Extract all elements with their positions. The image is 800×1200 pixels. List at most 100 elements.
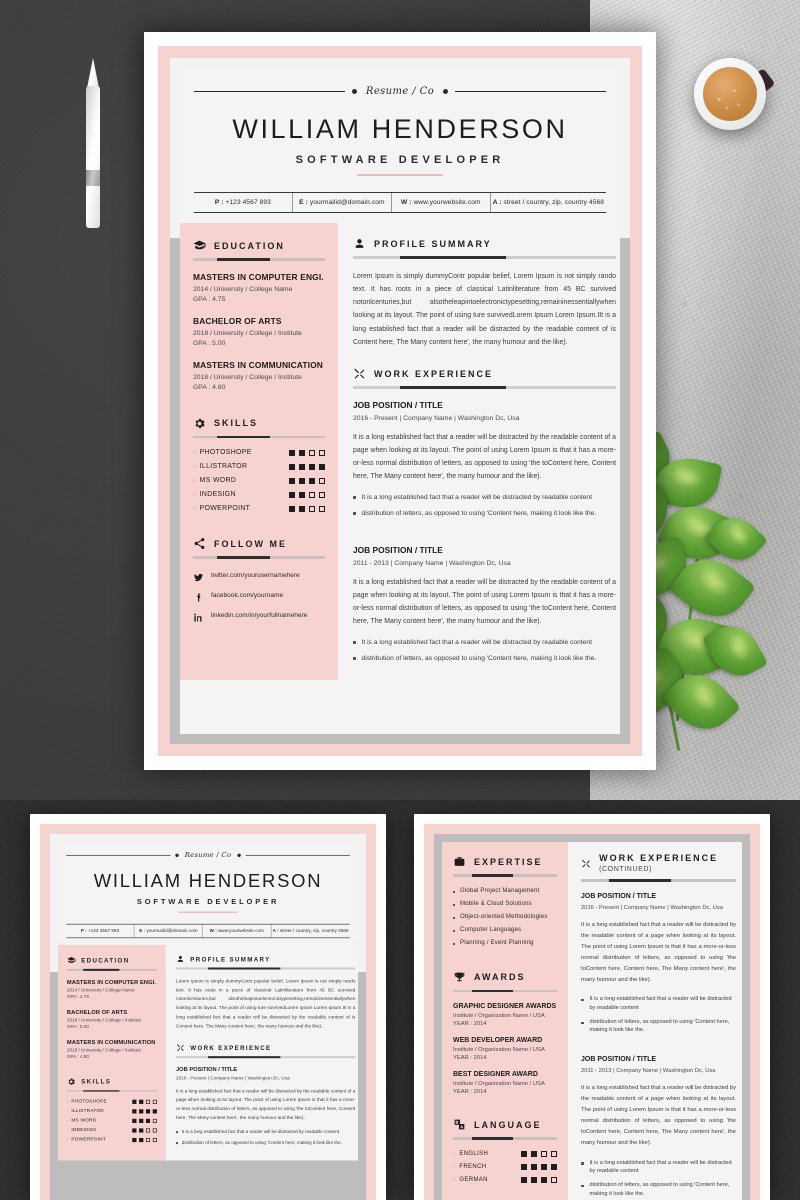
skill-row: · INDESIGN xyxy=(193,491,325,498)
resume-preview-page-1: Resume / Co WILLIAM HENDERSON SOFTWARE D… xyxy=(30,814,386,1200)
skill-row: · ILLISTRATOR xyxy=(193,463,325,470)
award-meta: Institute / Organization Name / USA xyxy=(453,1013,545,1019)
skills-section-header: SKILLS xyxy=(193,417,325,430)
contact-website: W : www.yourwebsite.com xyxy=(392,193,491,212)
language-rating xyxy=(521,1163,557,1170)
ribbon-dot-right xyxy=(443,89,449,94)
expertise-item: Mobile & Cloud Solutions xyxy=(453,901,557,907)
job-bullets: It is a long established fact that a rea… xyxy=(353,638,616,664)
ribbon-divider: Resume / Co xyxy=(194,86,606,97)
expertise-item: Object-oriented Methodologies xyxy=(453,914,557,920)
profile-section-header: PROFILE SUMMARY xyxy=(353,237,616,250)
graduation-cap-icon xyxy=(193,239,206,252)
tools-icon xyxy=(353,367,366,380)
resume-sidebar: EDUCATION MASTERS IN COMPUTER ENGI. 2014… xyxy=(180,223,338,680)
resume-columns: EDUCATION MASTERS IN COMPUTER ENGI. 2014… xyxy=(180,223,620,680)
award-name: BEST DESIGNER AWARD xyxy=(453,1071,538,1078)
candidate-job-title: SOFTWARE DEVELOPER xyxy=(295,154,505,166)
skill-name: · PHOTOSHOPE xyxy=(193,449,252,456)
skill-name: · MS WORD xyxy=(193,477,237,484)
contact-website-key: W : xyxy=(400,199,412,206)
award-year: YEAR : 2014 xyxy=(453,1055,487,1061)
expertise-item: Computer Languages xyxy=(453,927,557,933)
twitter-icon xyxy=(193,570,204,581)
language-section-title: LANGUAGE xyxy=(474,1119,542,1130)
page2-job-entry: JOB POSITION / TITLE 2011 - 2013 | Compa… xyxy=(581,1055,736,1197)
profile-rule xyxy=(353,256,616,259)
resume-preview-page-2: EXPERTISE Global Project Management Mobi… xyxy=(414,814,770,1200)
contact-phone-value: +123 4567 893 xyxy=(225,199,271,206)
skill-rating xyxy=(289,463,325,470)
job-bullet: distribution of letters, as opposed to u… xyxy=(353,509,616,519)
education-rule xyxy=(193,258,325,261)
ribbon-dot-left xyxy=(351,89,357,94)
education-item: MASTERS IN COMMUNICATION 2018 / Universi… xyxy=(193,360,325,391)
job-description: It is a long established fact that a rea… xyxy=(353,433,616,481)
title-accent-rule xyxy=(357,174,443,176)
social-handle: linkedin.com/in/yourfullnamehere xyxy=(211,611,308,619)
briefcase-icon xyxy=(453,855,466,868)
skill-name: · POWERPOINT xyxy=(193,505,251,512)
social-link-twitter[interactable]: twitter.com/yourusernamehere xyxy=(193,570,325,581)
gear-icon xyxy=(193,417,206,430)
facebook-icon xyxy=(193,590,204,602)
linkedin-icon xyxy=(193,610,204,622)
job-description: It is a long established fact that a rea… xyxy=(353,578,616,626)
tools-icon xyxy=(581,857,591,870)
preview-sidebar: EDUCATION MASTERS IN COMPUTER ENGI. 2014 … xyxy=(58,944,166,1161)
work-job-entry: JOB POSITION / TITLE 2011 - 2013 | Compa… xyxy=(353,545,616,664)
resume-main-column: PROFILE SUMMARY Lorem Ipsum is simply du… xyxy=(338,223,620,680)
award-item: GRAPHIC DESIGNER AWARDS Institute / Orga… xyxy=(453,1003,557,1027)
education-section-title: EDUCATION xyxy=(214,240,285,251)
ribbon-rule-right xyxy=(455,90,606,93)
person-icon xyxy=(353,237,366,250)
social-link-facebook[interactable]: facebook.com/yourname xyxy=(193,590,325,602)
award-year: YEAR : 2014 xyxy=(453,1089,487,1095)
education-meta: 2018 / University / College / Institute xyxy=(193,373,302,381)
award-name: GRAPHIC DESIGNER AWARDS xyxy=(453,1003,557,1010)
follow-section-title: FOLLOW ME xyxy=(214,538,287,549)
work-continued-title: WORK EXPERIENCE (CONTINUED) xyxy=(599,853,719,873)
contact-phone: P : +123 4567 893 xyxy=(194,193,293,212)
contact-email: E : yourmailid@domain.com xyxy=(293,193,392,212)
job-bullet: distribution of letters, as opposed to u… xyxy=(353,654,616,664)
follow-section-header: FOLLOW ME xyxy=(193,537,325,550)
skill-name: · INDESIGN xyxy=(193,491,236,498)
language-section-header: LANGUAGE xyxy=(453,1118,557,1131)
education-gpa: GPA : 4.75 xyxy=(193,295,226,303)
ribbon-script-text: Resume / Co xyxy=(365,86,435,97)
contact-address-value: street / country, zip, country 4568 xyxy=(503,199,605,206)
ribbon-rule-left xyxy=(194,90,345,93)
job-meta: 2016 - Present | Company Name | Washingt… xyxy=(353,414,520,422)
work-rule xyxy=(353,386,616,389)
contact-address-key: A : xyxy=(492,199,502,206)
skill-row: · POWERPOINT xyxy=(193,505,325,512)
resume-content-area: Resume / Co WILLIAM HENDERSON SOFTWARE D… xyxy=(180,68,620,734)
preview-main-column: PROFILE SUMMARY Lorem Ipsum is simply du… xyxy=(165,944,358,1161)
expertise-section-header: EXPERTISE xyxy=(453,855,557,868)
social-link-linkedin[interactable]: linkedin.com/in/yourfullnamehere xyxy=(193,610,325,622)
tools-icon xyxy=(176,1043,185,1052)
skills-rule xyxy=(193,435,325,438)
education-degree: BACHELOR OF ARTS xyxy=(193,315,282,326)
page2-job-entry: JOB POSITION / TITLE 2016 - Present | Co… xyxy=(581,892,736,1034)
skill-rating xyxy=(289,505,325,512)
job-position: JOB POSITION / TITLE xyxy=(353,399,443,410)
graduation-cap-icon xyxy=(67,956,76,965)
skill-rating xyxy=(289,449,325,456)
expertise-section-title: EXPERTISE xyxy=(474,856,543,867)
contact-email-key: E : xyxy=(299,199,308,206)
award-meta: Institute / Organization Name / USA xyxy=(453,1081,545,1087)
coffee-cup-prop xyxy=(694,58,776,130)
skill-rating xyxy=(289,491,325,498)
expertise-item: Global Project Management xyxy=(453,888,557,894)
language-row: · GERMAN xyxy=(453,1176,557,1183)
work-continued-label: (CONTINUED) xyxy=(599,866,652,873)
language-row: · FRENCH xyxy=(453,1163,557,1170)
trophy-icon xyxy=(453,971,466,984)
awards-section-title: AWARDS xyxy=(474,972,526,982)
award-name: WEB DEVELOPER AWARD xyxy=(453,1037,543,1044)
education-meta: 2018 / University / College / Institute xyxy=(193,329,302,337)
pencil-prop xyxy=(82,58,112,230)
language-row: · ENGLISH xyxy=(453,1150,557,1157)
